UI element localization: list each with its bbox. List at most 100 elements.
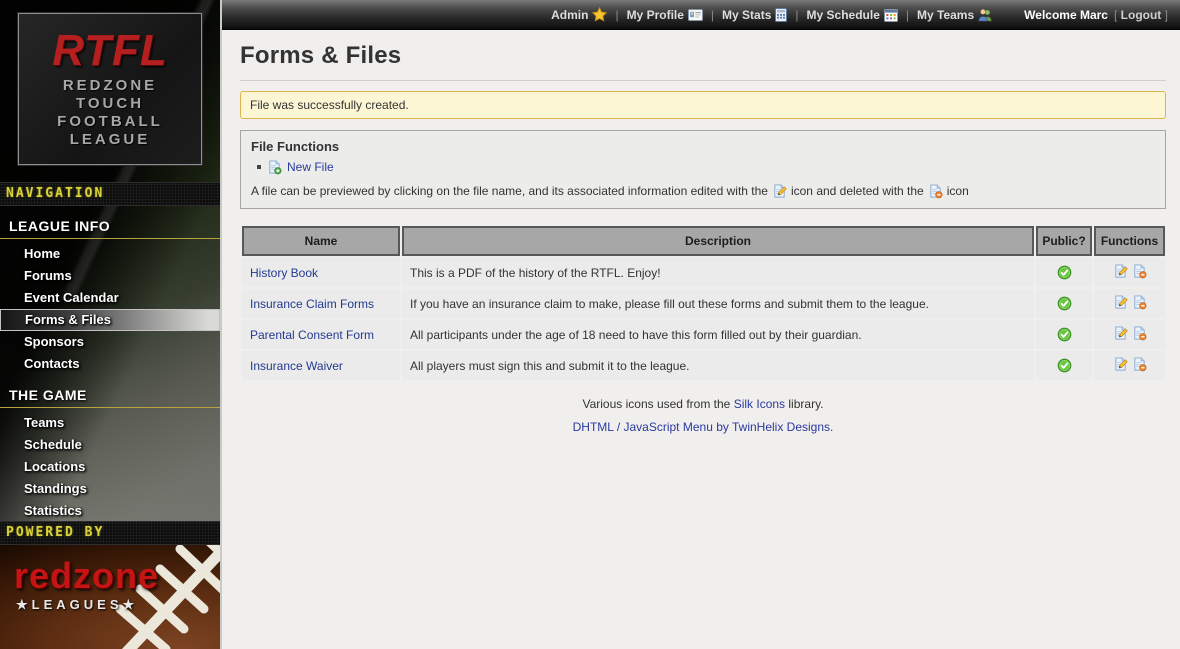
file-name-link[interactable]: Insurance Claim Forms (250, 297, 374, 311)
edit-file-button[interactable] (1113, 263, 1128, 279)
file-description: All participants under the age of 18 nee… (402, 320, 1034, 349)
topbar-item-my-teams[interactable]: My Teams (917, 8, 992, 22)
star-icon (592, 7, 607, 22)
redzone-logo-title: redzone (14, 559, 159, 593)
calculator-icon (775, 8, 787, 22)
edit-file-button[interactable] (1113, 356, 1128, 372)
files-table-body: History BookThis is a PDF of the history… (242, 258, 1165, 380)
league-logo[interactable]: RTFL REDZONETOUCHFOOTBALLLEAGUE (18, 13, 202, 165)
vcard-icon (688, 9, 703, 21)
help-text-1: A file can be previewed by clicking on t… (251, 184, 768, 198)
sidebar-item-home[interactable]: Home (0, 243, 220, 265)
help-text-2: icon and deleted with the (791, 184, 924, 198)
edit-file-button[interactable] (1113, 325, 1128, 341)
topbar: Admin | My Profile | My Stats | My Schedule | My… (222, 0, 1180, 30)
edit-file-button[interactable] (1113, 294, 1128, 310)
file-name-link[interactable]: Insurance Waiver (250, 359, 343, 373)
icons-credit: Various icons used from the Silk Icons l… (240, 397, 1166, 411)
flash-message: File was successfully created. (240, 91, 1166, 119)
file-name-link[interactable]: History Book (250, 266, 318, 280)
sidebar-item-forms-files[interactable]: Forms & Files (0, 309, 220, 331)
sidebar-nav: LEAGUE INFO HomeForumsEvent CalendarForms… (0, 206, 220, 522)
topbar-menu: Admin | My Profile | My Stats | My Schedule | My… (551, 7, 992, 22)
topbar-label: My Teams (917, 8, 974, 22)
help-text-3: icon (947, 184, 969, 198)
topbar-item-admin[interactable]: Admin (551, 7, 607, 22)
new-file-row: New File (257, 159, 1155, 175)
logo-title: RTFL (52, 29, 168, 73)
public-yes-icon (1057, 327, 1072, 342)
section-title-league-info: LEAGUE INFO (0, 206, 220, 239)
files-table: NameDescriptionPublic?Functions History … (240, 224, 1167, 382)
file-functions-panel: File Functions New File A file can be pr… (240, 130, 1166, 209)
table-row: Parental Consent Form All participants un… (242, 320, 1165, 349)
sidebar-item-schedule[interactable]: Schedule (0, 434, 220, 456)
bullet-icon (257, 165, 261, 169)
table-row: Insurance Claim Forms If you have an insu… (242, 289, 1165, 318)
column-header-functions: Functions (1094, 226, 1165, 256)
separator: | (795, 8, 798, 22)
redzone-logo-subtitle: ★LEAGUES★ (16, 597, 138, 613)
column-header-name: Name (242, 226, 400, 256)
menu-credit: DHTML / JavaScript Menu by TwinHelix Des… (240, 420, 1166, 434)
sidebar-item-sponsors[interactable]: Sponsors (0, 331, 220, 353)
sidebar-item-locations[interactable]: Locations (0, 456, 220, 478)
topbar-item-my-stats[interactable]: My Stats (722, 8, 787, 22)
credit1-after: library. (788, 397, 823, 411)
public-yes-icon (1057, 296, 1072, 311)
logo-subtitle: REDZONETOUCHFOOTBALLLEAGUE (57, 77, 163, 149)
sidebar: RTFL REDZONETOUCHFOOTBALLLEAGUE NAVIGATI… (0, 0, 222, 649)
delete-file-button[interactable] (1132, 325, 1147, 341)
new-file-label: New File (287, 160, 334, 174)
edit-icon (772, 183, 787, 199)
section-title-the-game: THE GAME (0, 375, 220, 408)
sidebar-item-forums[interactable]: Forums (0, 265, 220, 287)
file-functions-help: A file can be previewed by clicking on t… (251, 183, 1155, 199)
powered-by-header: POWERED BY (0, 521, 220, 545)
credit1-before: Various icons used from the (582, 397, 730, 411)
group-icon (978, 8, 992, 22)
silk-icons-link[interactable]: Silk Icons (734, 397, 785, 411)
main-area: Admin | My Profile | My Stats | My Schedule | My… (222, 0, 1180, 649)
separator: | (615, 8, 618, 22)
sidebar-item-statistics[interactable]: Statistics (0, 500, 220, 522)
topbar-label: Admin (551, 8, 588, 22)
logout-link[interactable]: [ Logout ] (1114, 8, 1168, 22)
topbar-label: My Stats (722, 8, 771, 22)
separator: | (711, 8, 714, 22)
file-name-link[interactable]: Parental Consent Form (250, 328, 374, 342)
calendar-icon (884, 8, 898, 22)
sidebar-item-teams[interactable]: Teams (0, 412, 220, 434)
delete-file-button[interactable] (1132, 294, 1147, 310)
sidebar-item-contacts[interactable]: Contacts (0, 353, 220, 375)
powered-by-logo[interactable]: redzone ★LEAGUES★ (0, 545, 220, 649)
twinhelix-link[interactable]: DHTML / JavaScript Menu by TwinHelix Des… (573, 420, 834, 434)
topbar-label: My Schedule (807, 8, 880, 22)
delete-icon (928, 183, 943, 199)
sidebar-item-event-calendar[interactable]: Event Calendar (0, 287, 220, 309)
page-title: Forms & Files (240, 38, 1166, 81)
public-yes-icon (1057, 265, 1072, 280)
public-yes-icon (1057, 358, 1072, 373)
credits: Various icons used from the Silk Icons l… (240, 397, 1166, 434)
delete-file-button[interactable] (1132, 263, 1147, 279)
navigation-header: NAVIGATION (0, 182, 220, 206)
new-file-icon (267, 159, 282, 175)
file-description: All players must sign this and submit it… (402, 351, 1034, 380)
topbar-label: My Profile (627, 8, 684, 22)
file-functions-title: File Functions (251, 139, 1155, 154)
page-content: Forms & Files File was successfully crea… (222, 30, 1180, 434)
topbar-user-area: Welcome Marc [ Logout ] (1024, 8, 1168, 22)
new-file-link[interactable]: New File (267, 159, 334, 175)
logout-label: Logout (1121, 8, 1162, 22)
separator: | (906, 8, 909, 22)
file-description: If you have an insurance claim to make, … (402, 289, 1034, 318)
topbar-item-my-schedule[interactable]: My Schedule (807, 8, 898, 22)
sidebar-item-standings[interactable]: Standings (0, 478, 220, 500)
table-header-row: NameDescriptionPublic?Functions (242, 226, 1165, 256)
column-header-public: Public? (1036, 226, 1092, 256)
welcome-text: Welcome Marc (1024, 8, 1108, 22)
topbar-item-my-profile[interactable]: My Profile (627, 8, 703, 22)
column-header-description: Description (402, 226, 1034, 256)
delete-file-button[interactable] (1132, 356, 1147, 372)
